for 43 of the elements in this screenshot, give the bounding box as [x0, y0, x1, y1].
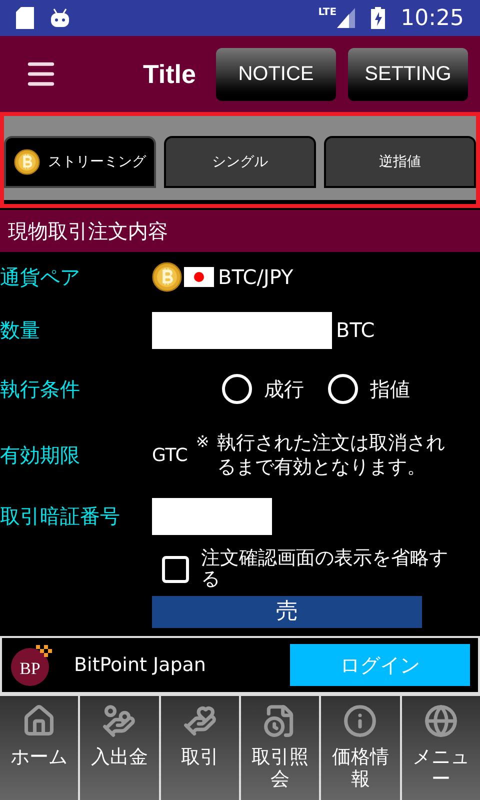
info-icon [343, 704, 378, 738]
unit-label: BTC [336, 317, 375, 344]
toolbar-button[interactable]: SETTING [348, 48, 468, 100]
field-label: 数量 [0, 317, 41, 344]
note-mark: ※ [196, 431, 210, 453]
hand-heart-icon [182, 704, 217, 738]
home-icon [22, 704, 56, 738]
quantity-field[interactable] [152, 312, 332, 348]
nav-tab[interactable]: メニュー [402, 696, 480, 800]
expiry-note: 執行された注文は取消されるまで有効となります。 [217, 431, 446, 479]
radio-option[interactable]: 成行 [222, 374, 304, 404]
expiry-value: GTC [152, 444, 188, 468]
hand-coin-icon [102, 704, 136, 738]
brand-name: BitPoint Japan [74, 652, 206, 678]
network-label: LTE [318, 8, 337, 18]
field-label: 取引暗証番号 [0, 503, 121, 530]
nav-tab[interactable]: 取引照会 [240, 696, 320, 800]
signal-icon [336, 8, 355, 28]
android-icon [50, 8, 70, 28]
clock: 10:25 [400, 4, 464, 32]
globe-icon [424, 704, 458, 738]
nav-tab[interactable]: 取引 [160, 696, 239, 800]
sell-button[interactable]: 売 [152, 596, 422, 628]
skip-confirm-checkbox[interactable]: 注文確認画面の表示を省略する [162, 542, 480, 596]
field-label: 通貨ペア [0, 264, 81, 291]
field-label: 有効期限 [0, 442, 81, 469]
toolbar-button[interactable]: NOTICE [216, 48, 336, 100]
sd-card-icon [16, 7, 34, 29]
currency-pair: BTC/JPY [218, 264, 294, 291]
toolbar-title: Title [143, 58, 196, 90]
tab[interactable]: ストリーミング [4, 136, 156, 188]
tab[interactable]: シングル [164, 136, 316, 188]
field-label: 執行条件 [0, 376, 81, 403]
nav-tab[interactable]: ホーム [0, 696, 78, 800]
pin-field[interactable] [152, 498, 272, 534]
tab[interactable]: 逆指値 [324, 136, 476, 188]
radio-option[interactable]: 指値 [328, 374, 410, 404]
nav-tab[interactable]: 価格情報 [321, 696, 400, 800]
section-title: 現物取引注文内容 [8, 218, 168, 245]
japan-flag-icon [184, 267, 214, 287]
nav-tab[interactable]: 入出金 [80, 696, 159, 800]
bitcoin-icon [152, 262, 182, 292]
battery-icon [370, 7, 385, 29]
